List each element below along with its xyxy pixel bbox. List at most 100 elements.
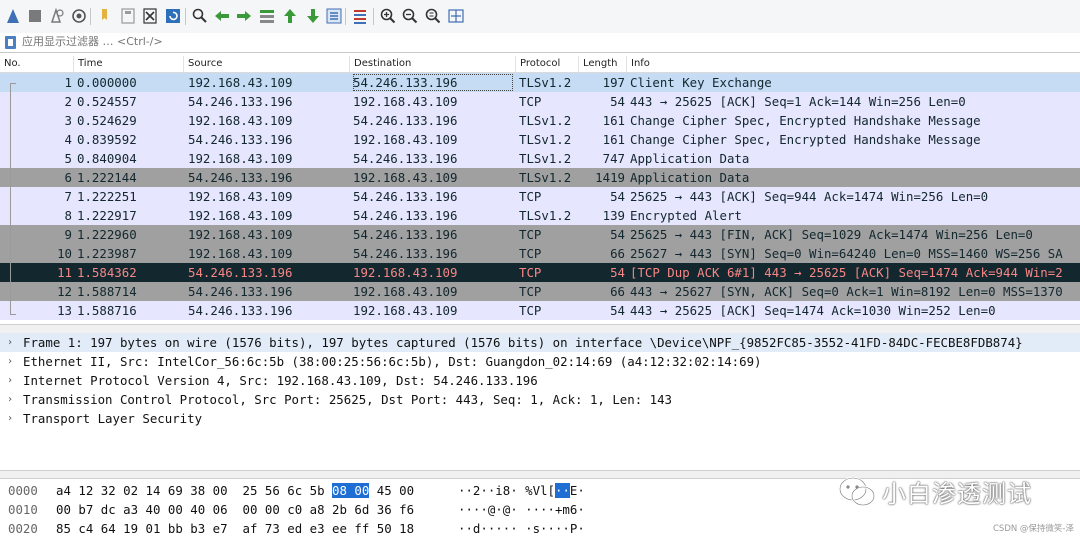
colorize-icon[interactable] (351, 7, 369, 25)
packet-cell-len: 747 (602, 151, 625, 166)
zoom-out-icon[interactable] (401, 7, 419, 25)
detail-tree-item[interactable]: › Internet Protocol Version 4, Src: 192.1… (0, 371, 1080, 390)
packet-row[interactable]: 2 0.524557 54.246.133.196 192.168.43.109 TCP… (0, 92, 1080, 111)
packet-cell-no: 10 (57, 246, 72, 261)
go-to-packet-icon[interactable] (258, 7, 276, 25)
packet-cell-len: 54 (610, 94, 625, 109)
chevron-right-icon[interactable]: › (7, 390, 13, 409)
toolbar-separator (90, 8, 91, 25)
packet-cell-dst: 192.168.43.109 (353, 284, 458, 299)
open-file-icon[interactable] (96, 7, 114, 25)
packet-cell-dst: 192.168.43.109 (353, 94, 458, 109)
packet-cell-info: Change Cipher Spec, Encrypted Handshake … (630, 113, 981, 128)
packet-cell-info: Encrypted Alert (630, 208, 742, 223)
find-packet-icon[interactable] (191, 7, 209, 25)
packet-cell-time: 1.588714 (77, 284, 137, 299)
packet-cell-dst: 54.246.133.196 (353, 189, 458, 204)
packet-row[interactable]: 3 0.524629 192.168.43.109 54.246.133.196 TLS… (0, 111, 1080, 130)
hex-bytes[interactable]: 00 b7 dc a3 40 00 40 06 00 00 c0 a8 2b 6… (56, 502, 414, 517)
packet-list-header: No. Time Source Destination Protocol Len… (0, 56, 1080, 73)
packet-cell-info: 25627 → 443 [SYN] Seq=0 Win=64240 Len=0 … (630, 246, 1063, 261)
packet-row[interactable]: 13 1.588716 54.246.133.196 192.168.43.109 TC… (0, 301, 1080, 320)
hex-bytes[interactable]: 45 00 (369, 483, 414, 498)
auto-scroll-icon[interactable] (325, 7, 343, 25)
bookmark-icon[interactable] (5, 36, 16, 49)
packet-row[interactable]: 10 1.223987 192.168.43.109 54.246.133.196 TC… (0, 244, 1080, 263)
packet-cell-info: Application Data (630, 170, 750, 185)
ascii-bytes[interactable]: E· (570, 483, 585, 498)
display-filter-input[interactable] (22, 34, 1072, 50)
restart-capture-icon[interactable] (48, 7, 66, 25)
detail-tree-item[interactable]: › Transport Layer Security (0, 409, 1080, 428)
packet-row[interactable]: 8 1.222917 192.168.43.109 54.246.133.196 TLS… (0, 206, 1080, 225)
stop-capture-icon[interactable] (26, 7, 44, 25)
packet-row[interactable]: 4 0.839592 54.246.133.196 192.168.43.109 TLS… (0, 130, 1080, 149)
packet-cell-info: Change Cipher Spec, Encrypted Handshake … (630, 132, 981, 147)
packet-row[interactable]: 9 1.222960 192.168.43.109 54.246.133.196 TCP… (0, 225, 1080, 244)
hex-dump[interactable]: 85 c4 64 19 01 bb b3 e7 af 73 ed e3 ee f… (56, 519, 414, 538)
detail-tree-item[interactable]: › Frame 1: 197 bytes on wire (1576 bits),… (0, 333, 1080, 352)
detail-tree-item[interactable]: › Ethernet II, Src: IntelCor_56:6c:5b (38… (0, 352, 1080, 371)
hex-bytes-selected[interactable]: 08 00 (332, 483, 370, 498)
start-capture-icon[interactable] (4, 7, 22, 25)
conversation-tree-line (10, 83, 17, 315)
hex-dump[interactable]: a4 12 32 02 14 69 38 00 25 56 6c 5b 08 0… (56, 481, 414, 500)
packet-row[interactable]: 6 1.222144 54.246.133.196 192.168.43.109 TLS… (0, 168, 1080, 187)
go-back-icon[interactable] (213, 7, 231, 25)
close-file-icon[interactable] (141, 7, 159, 25)
packet-details-pane: › Frame 1: 197 bytes on wire (1576 bits),… (0, 333, 1080, 469)
packet-cell-len: 197 (602, 75, 625, 90)
ascii-dump[interactable]: ····@·@· ····+m6· (458, 500, 585, 519)
column-header-protocol[interactable]: Protocol (516, 56, 579, 72)
save-file-icon[interactable] (119, 7, 137, 25)
ascii-bytes[interactable]: ··d····· ·s····P· (458, 521, 585, 536)
packet-cell-time: 1.223987 (77, 246, 137, 261)
go-forward-icon[interactable] (235, 7, 253, 25)
resize-columns-icon[interactable] (447, 7, 465, 25)
packet-cell-time: 1.588716 (77, 303, 137, 318)
column-header-info[interactable]: Info (627, 56, 1080, 72)
reload-file-icon[interactable] (164, 7, 182, 25)
column-header-destination[interactable]: Destination (350, 56, 516, 72)
ascii-bytes-selected[interactable]: ·· (554, 483, 570, 498)
zoom-in-icon[interactable] (379, 7, 397, 25)
ascii-bytes[interactable]: ····@·@· ····+m6· (458, 502, 585, 517)
packet-cell-len: 161 (602, 113, 625, 128)
packet-cell-info: Application Data (630, 151, 750, 166)
csdn-credit: CSDN @保持微笑-泽 (992, 524, 1074, 534)
column-header-time[interactable]: Time (74, 56, 184, 72)
packet-cell-dst: 54.246.133.196 (353, 246, 458, 261)
packet-row[interactable]: 5 0.840904 192.168.43.109 54.246.133.196 TLS… (0, 149, 1080, 168)
chevron-right-icon[interactable]: › (7, 352, 13, 371)
packet-cell-len: 66 (610, 284, 625, 299)
packet-row[interactable]: 1 0.000000 192.168.43.109 54.246.133.196 TLS… (0, 73, 1080, 92)
detail-tree-item[interactable]: › Transmission Control Protocol, Src Port… (0, 390, 1080, 409)
packet-cell-src: 192.168.43.109 (188, 75, 293, 90)
packet-row[interactable]: 12 1.588714 54.246.133.196 192.168.43.109 TC… (0, 282, 1080, 301)
ascii-dump[interactable]: ··d····· ·s····P· (458, 519, 585, 538)
hex-bytes[interactable]: 85 c4 64 19 01 bb b3 e7 af 73 ed e3 ee f… (56, 521, 414, 536)
packet-row[interactable]: 11 1.584362 54.246.133.196 192.168.43.109 TC… (0, 263, 1080, 282)
packet-cell-proto: TCP (519, 246, 542, 261)
chevron-right-icon[interactable]: › (7, 409, 13, 428)
capture-options-icon[interactable] (70, 7, 88, 25)
go-first-packet-icon[interactable] (281, 7, 299, 25)
chevron-right-icon[interactable]: › (7, 371, 13, 390)
ascii-dump[interactable]: ··2··i8· %Vl[··E· (458, 481, 585, 500)
column-header-no[interactable]: No. (0, 56, 74, 72)
ascii-bytes[interactable]: ··2··i8· %Vl[ (458, 483, 555, 498)
chevron-right-icon[interactable]: › (7, 333, 13, 352)
column-header-length[interactable]: Length (579, 56, 627, 72)
packet-cell-dst: 192.168.43.109 (353, 170, 458, 185)
byte-offset: 0000 (8, 483, 38, 498)
packet-cell-info: 443 → 25625 [ACK] Seq=1474 Ack=1030 Win=… (630, 303, 996, 318)
detail-text: Internet Protocol Version 4, Src: 192.16… (23, 373, 538, 388)
hex-dump[interactable]: 00 b7 dc a3 40 00 40 06 00 00 c0 a8 2b 6… (56, 500, 414, 519)
normal-size-icon[interactable] (424, 7, 442, 25)
packet-row[interactable]: 7 1.222251 192.168.43.109 54.246.133.196 TCP… (0, 187, 1080, 206)
column-header-source[interactable]: Source (184, 56, 350, 72)
hex-bytes[interactable]: a4 12 32 02 14 69 38 00 25 56 6c 5b (56, 483, 332, 498)
packet-cell-proto: TCP (519, 189, 542, 204)
packet-cell-time: 1.584362 (77, 265, 137, 280)
go-last-packet-icon[interactable] (304, 7, 322, 25)
